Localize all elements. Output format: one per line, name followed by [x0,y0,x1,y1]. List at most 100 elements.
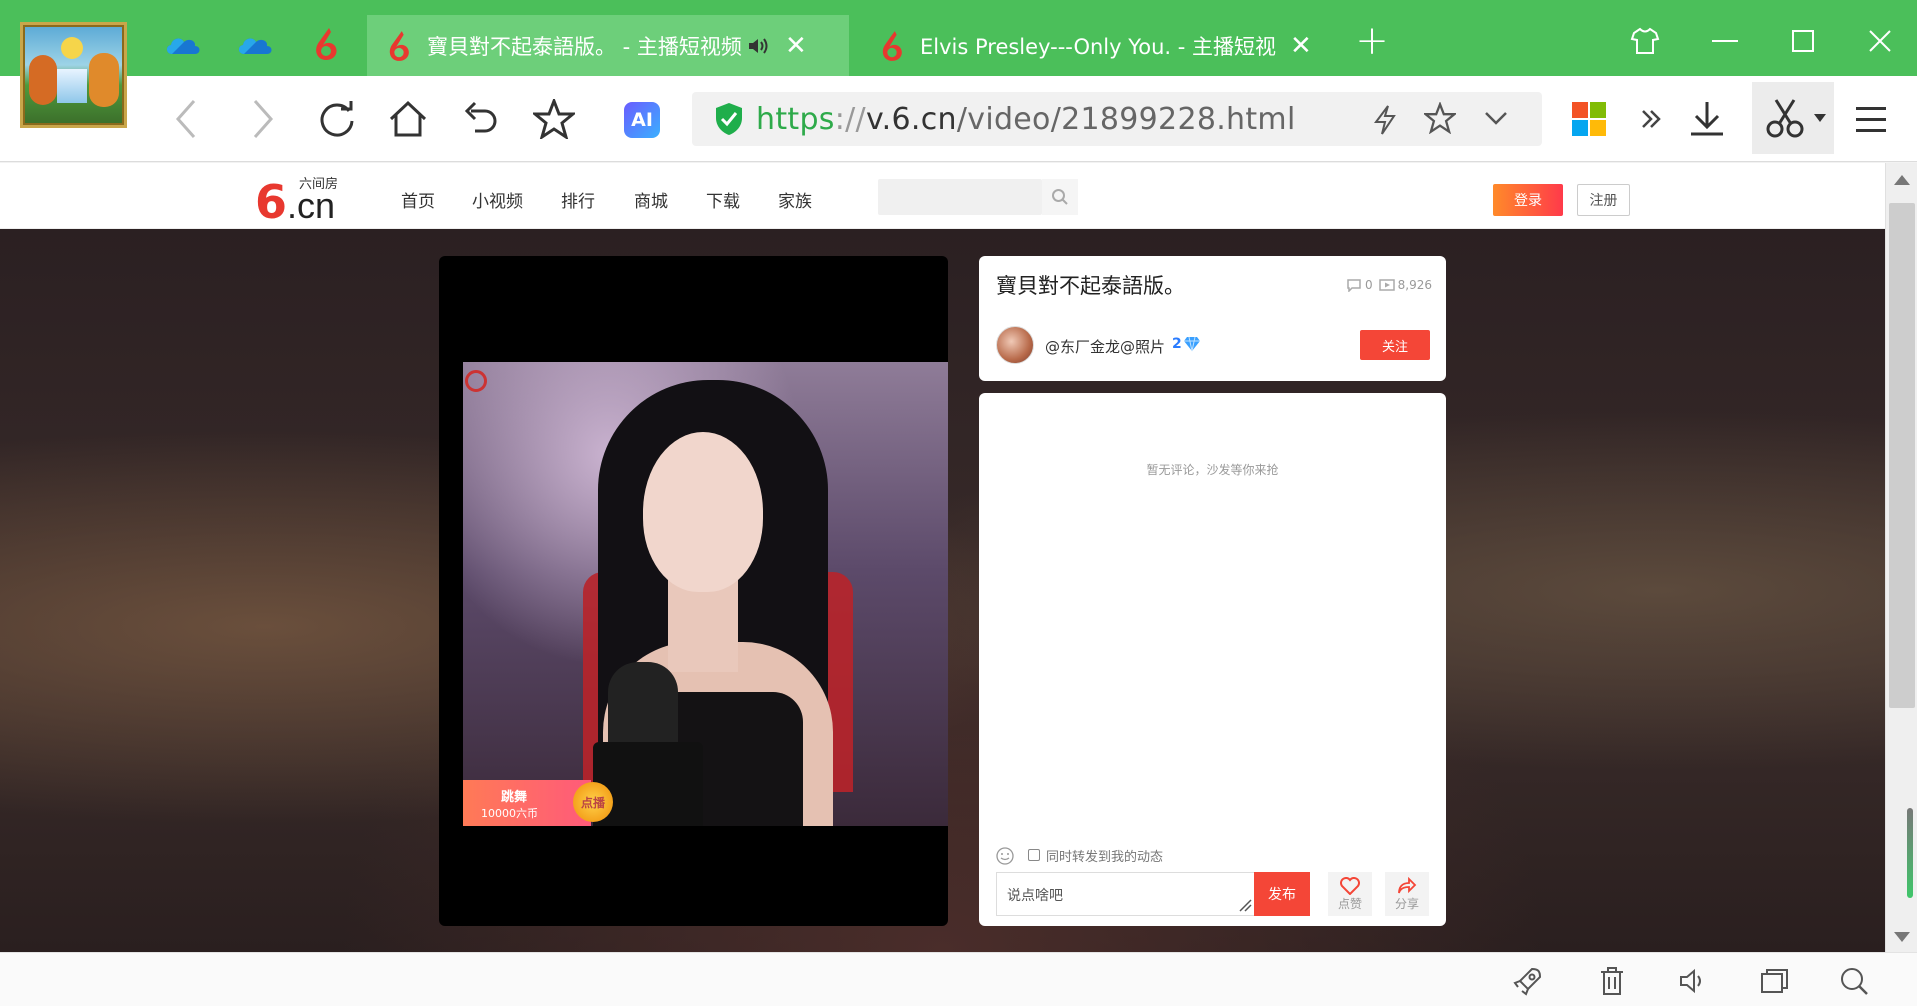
pinned-tab-six-rooms[interactable] [306,24,346,64]
six-logo-icon [389,30,409,61]
login-button[interactable]: 登录 [1493,184,1563,216]
nav-home[interactable]: 首页 [401,187,435,212]
zoom-button[interactable] [1834,963,1874,999]
browser-toolbar: AI https://v.6.cn/video/21899228.html [0,76,1917,162]
minimize-button[interactable] [1702,18,1748,64]
lightning-icon [1374,105,1396,135]
page-scrollbar[interactable] [1885,163,1917,952]
post-comment-button[interactable]: 发布 [1254,872,1310,916]
scissors-icon [1766,99,1804,138]
rocket-icon [1513,967,1542,996]
like-button[interactable]: 点赞 [1328,872,1372,916]
caret-down-icon [1814,114,1826,122]
tab-elvis[interactable]: Elvis Presley---Only You. - 主播短视 ✕ [860,15,1330,76]
nav-mall[interactable]: 商城 [634,187,668,212]
nav-short-video[interactable]: 小视频 [472,187,523,212]
comments-panel: 暂无评论，沙发等你来抢 同时转发到我的动态 说点啥吧 发布 点赞 分享 [979,393,1446,926]
window-mode-button[interactable] [1754,963,1794,999]
pinned-tab-onedrive-2[interactable] [235,24,275,64]
tab-active-video[interactable]: 寶貝對不起泰語版。 - 主播短视频 ✕ [367,15,849,76]
comment-icon [1347,279,1361,292]
secure-shield-icon [716,103,742,135]
bookmark-button[interactable] [531,96,577,142]
tab-close-icon[interactable]: ✕ [785,31,807,61]
download-icon [1691,102,1723,136]
six-logo-icon [316,28,337,60]
arrow-left-icon [175,100,196,138]
video-stats: 0 8,926 [1346,278,1432,292]
site-logo[interactable]: 6 六间房 .cn [255,173,350,229]
volume-icon [1680,968,1701,994]
ai-assistant-button[interactable]: AI [624,102,660,138]
skin-button[interactable] [1622,18,1668,64]
scroll-down-icon[interactable] [1894,932,1910,942]
share-button[interactable]: 分享 [1385,872,1429,916]
apps-button[interactable] [1566,96,1612,142]
gift-request-button[interactable]: 点播 [573,782,613,822]
pinned-tab-onedrive-1[interactable] [163,24,203,64]
reload-button[interactable] [314,96,360,142]
nav-ranking[interactable]: 排行 [561,187,595,212]
nav-family[interactable]: 家族 [778,187,812,212]
share-label: 分享 [1394,896,1419,911]
search-icon [1052,189,1068,205]
main-menu-button[interactable] [1848,96,1894,142]
screenshot-button[interactable] [1752,82,1834,154]
logo-domain: .cn [287,185,336,226]
author-level: 2 [1172,336,1182,352]
follow-button[interactable]: 关注 [1360,330,1430,360]
address-bar[interactable]: https://v.6.cn/video/21899228.html [692,92,1542,146]
windows-apps-icon [1572,102,1606,136]
accelerate-button[interactable] [1508,963,1548,999]
scroll-thumb[interactable] [1889,203,1915,708]
forward-button[interactable] [240,96,286,142]
emoji-icon[interactable] [996,847,1014,865]
download-button[interactable] [1684,96,1730,142]
url-text[interactable]: https://v.6.cn/video/21899228.html [756,102,1296,137]
hamburger-icon [1856,107,1886,132]
gift-banner[interactable]: 跳舞 10000六币 [463,780,591,826]
site-search-input[interactable] [878,179,1042,215]
tab-title: 寶貝對不起泰語版。 - 主播短视频 [427,34,742,59]
new-tab-button[interactable]: + [1349,18,1395,64]
profile-avatar[interactable] [20,22,127,128]
maximize-button[interactable] [1780,18,1826,64]
favorite-page-button[interactable] [1424,102,1456,134]
back-button[interactable] [163,96,209,142]
star-icon [1424,102,1456,134]
register-button[interactable]: 注册 [1577,184,1630,216]
author-avatar[interactable] [996,326,1034,364]
site-search-button[interactable] [1042,179,1078,215]
repost-checkbox[interactable] [1028,849,1040,861]
minimize-icon [1712,40,1738,42]
tab-close-icon[interactable]: ✕ [1290,31,1312,61]
browser-tab-bar: 寶貝對不起泰語版。 - 主播短视频 ✕ Elvis Presley---Only… [0,0,1917,76]
six-logo-icon [882,30,902,61]
window-icon [1761,969,1788,993]
share-icon [1398,876,1417,893]
mute-button[interactable] [1673,963,1713,999]
logo-six: 6 [255,175,288,229]
empty-comments-text: 暂无评论，沙发等你来抢 [1146,463,1279,477]
cloud-icon [166,38,200,54]
like-label: 点赞 [1337,896,1362,911]
play-count-icon [1378,279,1395,291]
more-extensions-button[interactable] [1628,96,1674,142]
close-window-button[interactable] [1857,18,1903,64]
home-icon [389,100,427,137]
author-name[interactable]: @东厂金龙@照片 [1045,336,1165,357]
home-button[interactable] [385,96,431,142]
speaker-icon[interactable] [747,36,771,56]
video-player[interactable]: 跳舞 10000六币 点播 [439,256,948,926]
shirt-icon [1630,27,1660,54]
video-frame[interactable]: 跳舞 10000六币 点播 [463,362,948,826]
lightning-button[interactable] [1372,104,1398,136]
cloud-icon [238,38,272,54]
address-dropdown-button[interactable] [1484,110,1508,126]
comment-input[interactable]: 说点啥吧 [996,872,1256,916]
undo-close-button[interactable] [458,96,504,142]
clear-data-button[interactable] [1592,963,1632,999]
nav-download[interactable]: 下载 [706,187,740,212]
resize-handle-icon[interactable] [1238,898,1252,912]
scroll-up-icon[interactable] [1894,175,1910,185]
